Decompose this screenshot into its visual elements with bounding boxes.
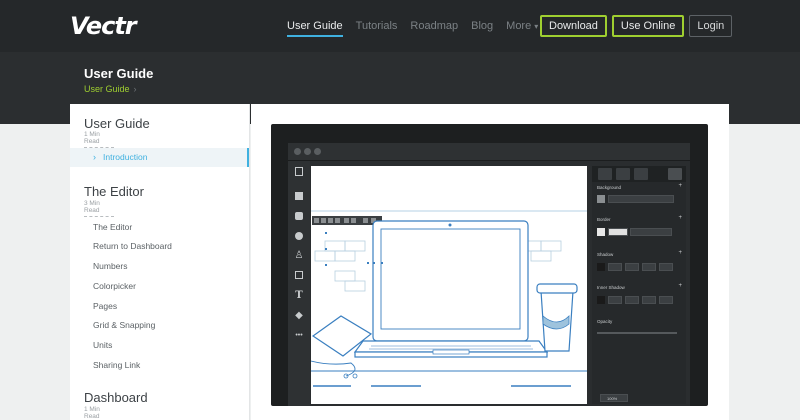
sidebar-item-units[interactable]: Units xyxy=(93,340,112,350)
use-online-button[interactable]: Use Online xyxy=(611,15,685,37)
breadcrumb-user-guide[interactable]: User Guide xyxy=(84,84,130,94)
main-nav: User Guide Tutorials Roadmap Blog More ▾ xyxy=(287,0,551,52)
read-time: 3 Min Read xyxy=(84,200,114,217)
download-button[interactable]: Download xyxy=(540,15,607,37)
panel-label-background: Background xyxy=(597,185,622,190)
panel-tab[interactable] xyxy=(616,168,630,180)
nav-more[interactable]: More ▾ xyxy=(506,15,538,37)
nav-actions: Download Use Online Login xyxy=(535,0,733,52)
nav-tutorials[interactable]: Tutorials xyxy=(356,15,398,37)
border-style-field[interactable] xyxy=(630,228,672,236)
window-dot xyxy=(304,148,311,155)
sidebar-item-return-to-dashboard[interactable]: Return to Dashboard xyxy=(93,241,172,251)
panel-tabs xyxy=(592,166,686,182)
panel-tab[interactable] xyxy=(598,168,612,180)
image-icon xyxy=(295,271,303,279)
top-navbar: Vectr User Guide Tutorials Roadmap Blog … xyxy=(0,0,800,52)
section-title-dashboard[interactable]: Dashboard xyxy=(84,390,148,405)
shadow-field[interactable] xyxy=(659,263,673,271)
guide-sidebar: User Guide 1 Min Read › Introduction The… xyxy=(70,104,250,420)
plus-icon[interactable]: + xyxy=(678,283,682,289)
nav-user-guide[interactable]: User Guide xyxy=(287,15,343,37)
nav-roadmap[interactable]: Roadmap xyxy=(410,15,458,37)
inner-shadow-field[interactable] xyxy=(608,296,622,304)
sidebar-item-label: Introduction xyxy=(103,152,148,162)
sidebar-item-pages[interactable]: Pages xyxy=(93,301,117,311)
nav-more-label: More xyxy=(506,20,532,32)
laptop-illustration xyxy=(310,210,587,387)
nav-blog[interactable]: Blog xyxy=(471,15,493,37)
guide-content: ♙ T ◆ ••• Background + Border + Shadow +… xyxy=(251,104,729,420)
text-icon: T xyxy=(295,290,303,301)
page-icon xyxy=(295,167,303,176)
pen-icon: ♙ xyxy=(294,250,304,261)
inner-shadow-field[interactable] xyxy=(659,296,673,304)
window-dot xyxy=(314,148,321,155)
shadow-field[interactable] xyxy=(642,263,656,271)
window-titlebar xyxy=(288,143,690,161)
breadcrumb-separator: › xyxy=(133,84,137,94)
page-title: User Guide xyxy=(84,66,154,81)
inner-shadow-field[interactable] xyxy=(625,296,639,304)
sidebar-item-colorpicker[interactable]: Colorpicker xyxy=(93,281,136,291)
user-icon[interactable] xyxy=(668,168,682,180)
plus-icon[interactable]: + xyxy=(678,250,682,256)
panel-label-inner-shadow: Inner Shadow xyxy=(597,285,625,290)
sidebar-item-grid-snapping[interactable]: Grid & Snapping xyxy=(93,320,155,330)
plus-icon[interactable]: + xyxy=(678,183,682,189)
color-swatch[interactable] xyxy=(597,228,605,236)
color-swatch[interactable] xyxy=(597,195,605,203)
shadow-field[interactable] xyxy=(625,263,639,271)
background-field[interactable] xyxy=(608,195,674,203)
zoom-field[interactable]: 100% xyxy=(600,394,628,402)
login-button[interactable]: Login xyxy=(689,15,733,37)
color-swatch[interactable] xyxy=(597,296,605,304)
window-dot xyxy=(294,148,301,155)
link-icon[interactable] xyxy=(634,168,648,180)
panel-label-shadow: Shadow xyxy=(597,252,614,257)
panel-label-opacity: Opacity xyxy=(597,319,613,324)
section-title-user-guide[interactable]: User Guide xyxy=(84,116,150,131)
sidebar-item-introduction[interactable]: › Introduction xyxy=(70,148,249,167)
sidebar-item-the-editor[interactable]: The Editor xyxy=(93,222,132,232)
ellipse-icon xyxy=(295,232,303,240)
border-width-field[interactable] xyxy=(608,228,628,236)
plus-icon[interactable]: + xyxy=(678,215,682,221)
read-time: 1 Min Read xyxy=(84,406,114,420)
zoom-value: 100% xyxy=(607,396,618,401)
inspector-panel: Background + Border + Shadow + Inner Sha… xyxy=(592,166,686,404)
sidebar-item-numbers[interactable]: Numbers xyxy=(93,261,127,271)
shape-icon: ◆ xyxy=(295,310,303,321)
inner-shadow-field[interactable] xyxy=(642,296,656,304)
rounded-rectangle-icon xyxy=(295,212,303,220)
shadow-field[interactable] xyxy=(608,263,622,271)
chevron-right-icon: › xyxy=(93,152,96,162)
breadcrumb: User Guide › xyxy=(84,84,137,94)
editor-toolbar: ♙ T ◆ ••• xyxy=(288,161,310,406)
opacity-slider[interactable] xyxy=(597,332,677,334)
editor-window: ♙ T ◆ ••• Background + Border + Shadow +… xyxy=(288,143,690,406)
drawing-canvas xyxy=(310,166,587,404)
sidebar-item-sharing-link[interactable]: Sharing Link xyxy=(93,360,140,370)
rectangle-icon xyxy=(295,192,303,200)
editor-screenshot: ♙ T ◆ ••• Background + Border + Shadow +… xyxy=(271,124,708,406)
color-swatch[interactable] xyxy=(597,263,605,271)
panel-label-border: Border xyxy=(597,217,611,222)
more-icon: ••• xyxy=(295,332,303,339)
read-time: 1 Min Read xyxy=(84,131,114,148)
vectr-logo[interactable]: Vectr xyxy=(70,12,137,40)
section-title-the-editor[interactable]: The Editor xyxy=(84,184,144,199)
